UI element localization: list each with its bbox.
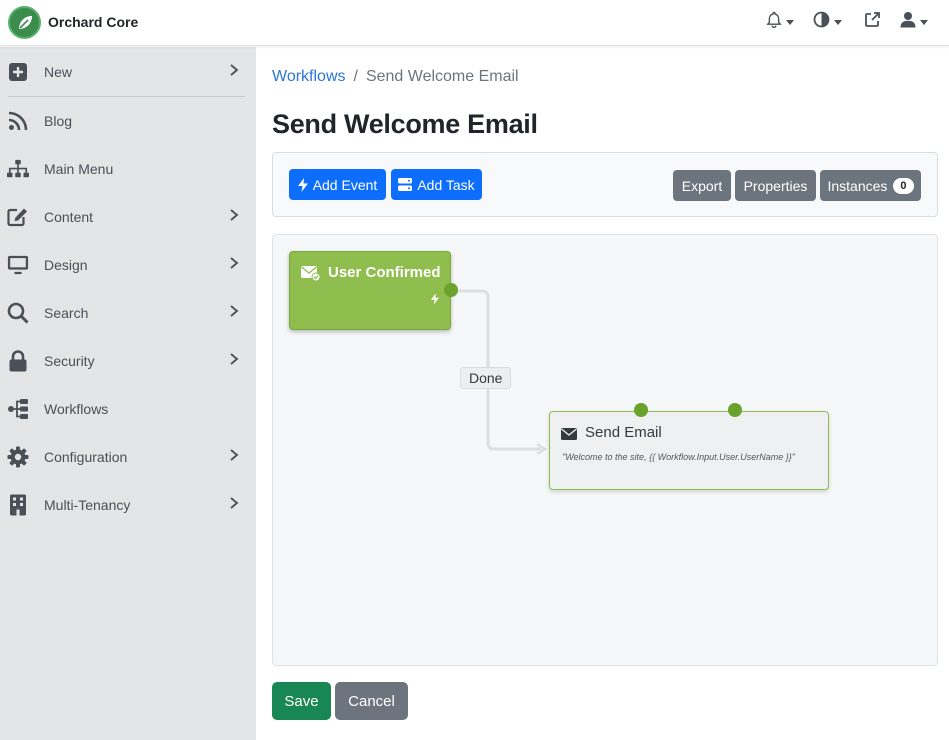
sidebar-item-label: Security [44,353,95,369]
lock-icon [7,350,29,372]
bolt-icon [431,292,439,310]
sidebar-item-configuration[interactable]: Configuration [0,437,256,477]
chevron-right-icon [229,448,239,467]
sidebar-item-label: Multi-Tenancy [44,497,131,513]
building-icon [7,494,29,516]
workflow-canvas[interactable]: User Confirmed Done Send Email "Welcome … [272,234,938,666]
admin-sidebar: New Blog Main Menu Content Design Search [0,47,256,740]
breadcrumb: Workflows / Send Welcome Email [272,68,519,86]
search-icon [7,302,29,324]
rss-icon [7,110,29,132]
edit-icon [7,206,29,228]
monitor-icon [7,254,29,276]
instances-count-badge: 0 [893,177,914,194]
orchard-core-logo-icon[interactable] [8,6,41,39]
outcome-endpoint-1[interactable] [634,403,648,417]
sidebar-item-label: Design [44,257,88,273]
sidebar-item-label: Search [44,305,89,321]
server-icon [398,178,413,191]
sidebar-item-security[interactable]: Security [0,341,256,381]
bolt-icon [297,177,308,192]
caret-down-icon [786,19,794,25]
external-link-icon [864,11,881,33]
user-menu-dropdown[interactable] [900,12,928,32]
chevron-right-icon [229,256,239,275]
sidebar-item-label: Configuration [44,449,128,465]
workflow-icon [7,398,29,420]
envelope-check-icon [301,266,321,286]
sidebar-item-blog[interactable]: Blog [0,101,256,141]
sidebar-item-workflows[interactable]: Workflows [0,389,256,429]
sidebar-item-label: Main Menu [44,161,114,177]
visit-site-link[interactable] [864,12,881,32]
cancel-button[interactable]: Cancel [335,682,408,720]
sidebar-item-multi-tenancy[interactable]: Multi-Tenancy [0,485,256,525]
properties-button[interactable]: Properties [735,170,816,201]
sidebar-item-search[interactable]: Search [0,293,256,333]
sidebar-item-content[interactable]: Content [0,197,256,237]
activity-description: "Welcome to the site, {{ Workflow.Input.… [562,452,795,462]
plus-square-icon [7,61,29,83]
instances-button[interactable]: Instances 0 [820,170,921,201]
connection-label: Done [460,367,512,389]
caret-down-icon [920,19,928,25]
brand-name[interactable]: Orchard Core [48,14,138,30]
outcome-endpoint-2[interactable] [728,403,742,417]
add-task-label: Add Task [417,176,475,193]
sidebar-item-label: Blog [44,113,73,129]
user-icon [900,11,916,33]
page-title: Send Welcome Email [272,109,538,139]
breadcrumb-separator: / [353,68,358,85]
top-navbar: Orchard Core [0,0,949,46]
outcome-endpoint-done[interactable] [444,283,458,297]
chevron-right-icon [229,304,239,323]
activity-send-email[interactable]: Send Email "Welcome to the site, {{ Work… [549,411,829,490]
activity-title: Send Email [585,424,662,441]
sidebar-item-label: New [44,64,73,80]
breadcrumb-workflows-link[interactable]: Workflows [272,68,346,85]
breadcrumb-current: Send Welcome Email [365,68,519,85]
theme-dropdown[interactable] [813,11,842,33]
notifications-dropdown[interactable] [766,11,794,33]
sidebar-divider [8,96,245,97]
save-button[interactable]: Save [272,682,331,720]
gear-icon [7,446,29,468]
add-event-label: Add Event [312,176,378,193]
main-content: Workflows / Send Welcome Email Send Welcom… [256,47,949,740]
envelope-icon [561,427,577,445]
export-button[interactable]: Export [673,170,731,201]
activity-title: User Confirmed [328,264,441,281]
caret-down-icon [834,19,842,25]
sidebar-item-label: Content [44,209,94,225]
chevron-right-icon [229,352,239,371]
sidebar-item-new[interactable]: New [0,52,256,92]
workflow-toolbar: Add Event Add Task Export Properties Ins… [272,152,938,217]
sidebar-item-design[interactable]: Design [0,245,256,285]
sitemap-icon [7,158,29,180]
activity-user-confirmed[interactable]: User Confirmed [289,251,451,330]
contrast-icon [813,11,830,33]
instances-label: Instances [827,177,888,194]
bell-icon [766,11,782,33]
add-event-button[interactable]: Add Event [289,169,386,200]
chevron-right-icon [229,496,239,515]
chevron-right-icon [229,208,239,227]
sidebar-item-main-menu[interactable]: Main Menu [0,149,256,189]
add-task-button[interactable]: Add Task [391,169,482,200]
chevron-right-icon [229,63,239,82]
sidebar-item-label: Workflows [44,401,109,417]
